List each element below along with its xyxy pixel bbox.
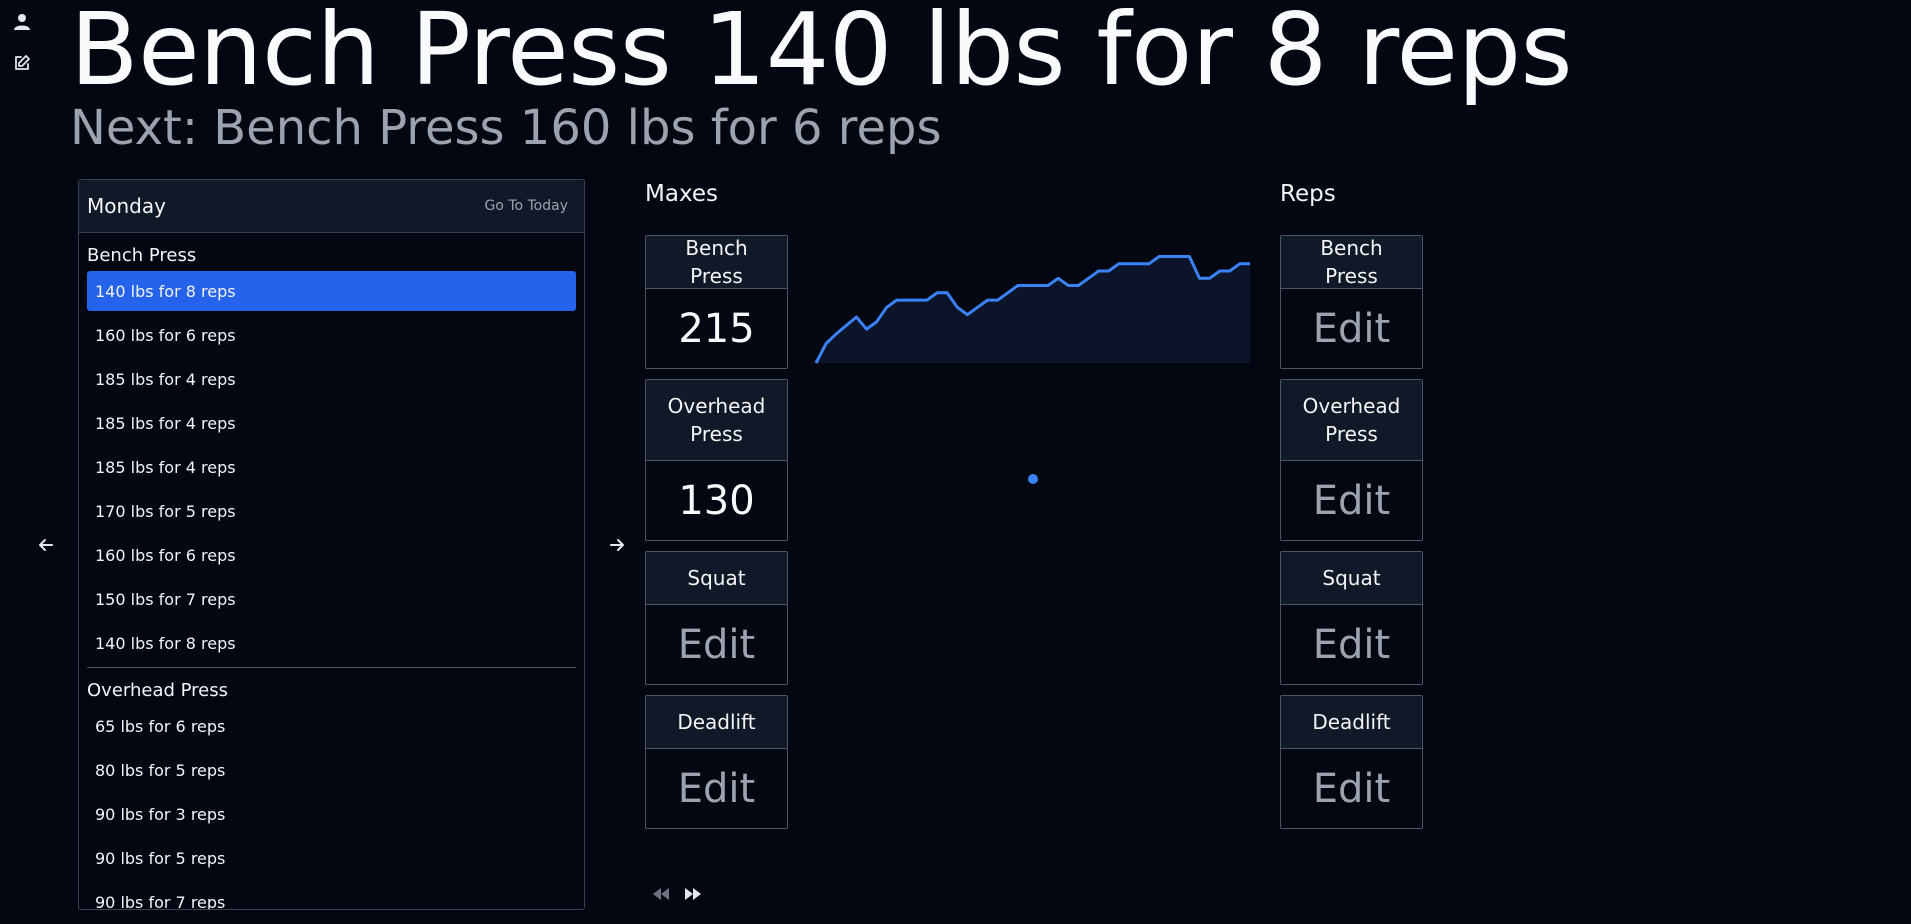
- maxes-card-name: Squat: [646, 552, 787, 605]
- reps-card-name: Deadlift: [1281, 696, 1422, 749]
- maxes-card-value[interactable]: Edit: [646, 605, 787, 684]
- reps-card: Overhead Press Edit: [1280, 379, 1423, 541]
- maxes-card-name: Deadlift: [646, 696, 787, 749]
- maxes-card: Deadlift Edit: [645, 695, 788, 829]
- maxes-chart-svg: [814, 255, 1250, 364]
- set-item[interactable]: 80 lbs for 5 reps: [87, 750, 576, 790]
- reps-card-name: Overhead Press: [1281, 380, 1422, 461]
- set-item[interactable]: 160 lbs for 6 reps: [87, 315, 576, 355]
- schedule-day: Monday: [87, 194, 166, 218]
- exercise-name: Overhead Press: [87, 680, 229, 701]
- maxes-chart: [812, 240, 1252, 370]
- reps-title: Reps: [1280, 181, 1336, 207]
- current-set-title: Bench Press 140 lbs for 8 reps: [70, 0, 1573, 108]
- chart-area: [816, 256, 1250, 363]
- edit-icon[interactable]: [12, 53, 32, 73]
- maxes-card: Overhead Press 130: [645, 379, 788, 541]
- set-item[interactable]: 160 lbs for 6 reps: [87, 535, 576, 575]
- fast-forward-button[interactable]: [682, 883, 704, 905]
- reps-card: Bench Press Edit: [1280, 235, 1423, 369]
- maxes-title: Maxes: [645, 181, 718, 207]
- set-item[interactable]: 185 lbs for 4 reps: [87, 403, 576, 443]
- set-item[interactable]: 90 lbs for 5 reps: [87, 838, 576, 878]
- header: Bench Press 140 lbs for 8 reps Next: Ben…: [70, 0, 1870, 152]
- set-item[interactable]: 150 lbs for 7 reps: [87, 579, 576, 619]
- reps-card-name: Bench Press: [1281, 236, 1422, 289]
- set-item[interactable]: 65 lbs for 6 reps: [87, 706, 576, 746]
- maxes-card: Bench Press 215: [645, 235, 788, 369]
- maxes-card-value[interactable]: 215: [646, 289, 787, 368]
- schedule-list: Bench Press 140 lbs for 8 reps 160 lbs for…: [79, 233, 584, 910]
- reps-card: Deadlift Edit: [1280, 695, 1423, 829]
- exercise-group: Overhead Press 65 lbs for 6 reps 80 lbs fo…: [87, 667, 576, 910]
- maxes-card-value[interactable]: 130: [646, 461, 787, 540]
- rewind-icon: [653, 888, 669, 900]
- user-icon[interactable]: [12, 12, 32, 32]
- maxes-card: Squat Edit: [645, 551, 788, 685]
- next-set-subtitle: Next: Bench Press 160 lbs for 6 reps: [70, 100, 942, 156]
- exercise-group: Bench Press 140 lbs for 8 reps 160 lbs for…: [87, 233, 576, 663]
- reps-card-value[interactable]: Edit: [1281, 461, 1422, 540]
- reps-card-name: Squat: [1281, 552, 1422, 605]
- next-day-button[interactable]: [603, 531, 631, 559]
- set-item[interactable]: 185 lbs for 4 reps: [87, 447, 576, 487]
- set-item[interactable]: 140 lbs for 8 reps: [87, 623, 576, 663]
- exercise-name: Bench Press: [87, 245, 197, 266]
- go-to-today-button[interactable]: Go To Today: [484, 198, 568, 214]
- set-item[interactable]: 90 lbs for 3 reps: [87, 794, 576, 834]
- loading-dot: [1028, 474, 1038, 484]
- reps-card: Squat Edit: [1280, 551, 1423, 685]
- fast-forward-icon: [685, 888, 701, 900]
- rewind-button[interactable]: [650, 883, 672, 905]
- set-item[interactable]: 185 lbs for 4 reps: [87, 359, 576, 399]
- set-item[interactable]: 90 lbs for 7 reps: [87, 882, 576, 910]
- maxes-card-name: Bench Press: [646, 236, 787, 289]
- set-item[interactable]: 170 lbs for 5 reps: [87, 491, 576, 531]
- maxes-card-value[interactable]: Edit: [646, 749, 787, 828]
- reps-card-value[interactable]: Edit: [1281, 289, 1422, 368]
- reps-card-value[interactable]: Edit: [1281, 605, 1422, 684]
- set-item[interactable]: 140 lbs for 8 reps: [87, 271, 576, 311]
- arrow-right-icon: [610, 539, 624, 551]
- left-rail: [0, 0, 44, 924]
- reps-card-value[interactable]: Edit: [1281, 749, 1422, 828]
- arrow-left-icon: [39, 539, 53, 551]
- schedule-panel: Monday Go To Today Bench Press 140 lbs fo…: [78, 179, 585, 910]
- previous-day-button[interactable]: [32, 531, 60, 559]
- schedule-header: Monday Go To Today: [79, 180, 584, 233]
- maxes-card-name: Overhead Press: [646, 380, 787, 461]
